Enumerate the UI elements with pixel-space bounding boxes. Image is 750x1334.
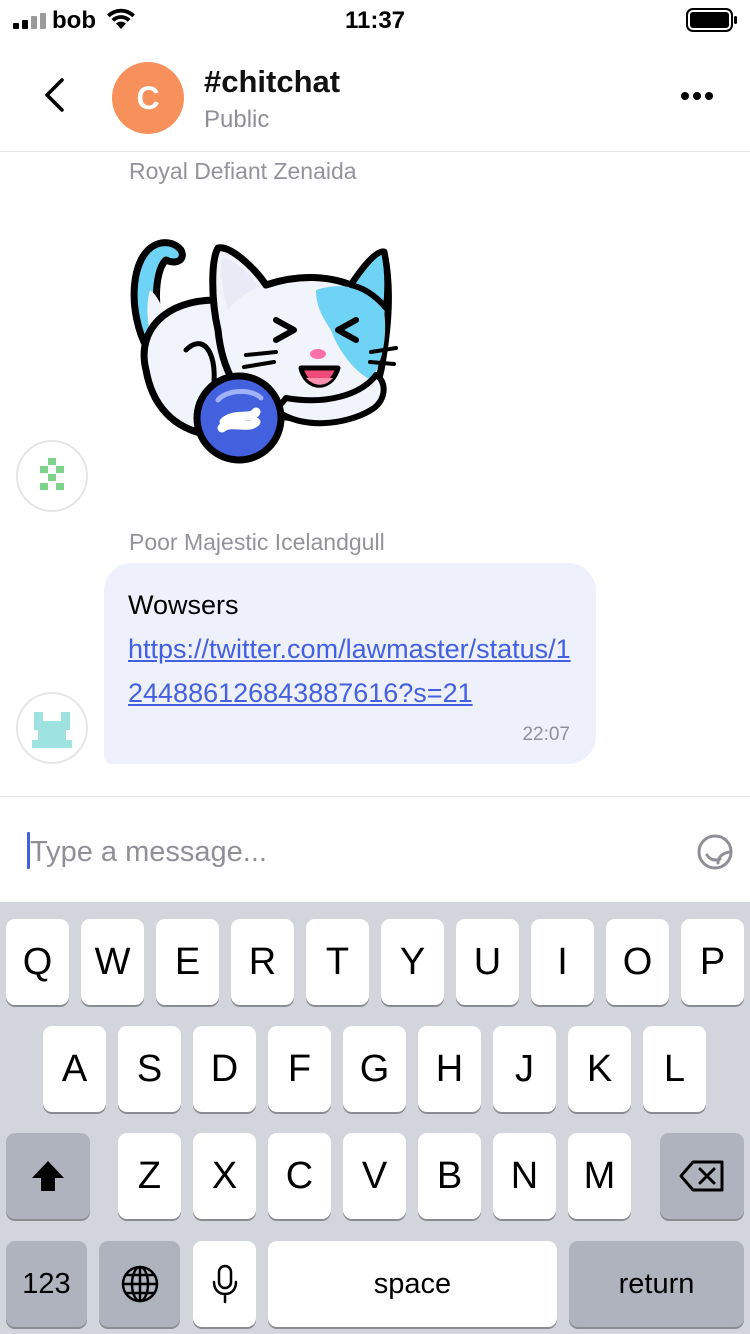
key-m[interactable]: M <box>568 1133 631 1219</box>
key-g[interactable]: G <box>343 1026 406 1112</box>
key-r[interactable]: R <box>231 919 294 1005</box>
identicon-icon <box>32 712 72 748</box>
sticker-icon[interactable] <box>696 833 734 871</box>
space-key[interactable]: space <box>268 1241 557 1327</box>
user-avatar[interactable] <box>16 692 88 764</box>
channel-title[interactable]: #chitchat <box>204 64 340 100</box>
more-dot-icon <box>693 92 701 100</box>
key-y[interactable]: Y <box>381 919 444 1005</box>
key-p[interactable]: P <box>681 919 744 1005</box>
key-t[interactable]: T <box>306 919 369 1005</box>
key-h[interactable]: H <box>418 1026 481 1112</box>
globe-key[interactable] <box>99 1241 180 1327</box>
key-o[interactable]: O <box>606 919 669 1005</box>
on-screen-keyboard: Q W E R T Y U I O P A S D F G H J K L Z … <box>0 902 750 1334</box>
message-link[interactable]: https://twitter.com/lawmaster/status/124… <box>128 627 578 715</box>
message-bubble[interactable]: Wowsers https://twitter.com/lawmaster/st… <box>104 563 596 764</box>
channel-subtitle: Public <box>204 106 270 133</box>
message-sender-name: Poor Majestic Icelandgull <box>129 529 385 555</box>
key-e[interactable]: E <box>156 919 219 1005</box>
key-q[interactable]: Q <box>6 919 69 1005</box>
microphone-icon <box>212 1264 237 1304</box>
message-timestamp: 22:07 <box>522 724 570 745</box>
key-v[interactable]: V <box>343 1133 406 1219</box>
more-dot-icon <box>681 92 689 100</box>
key-z[interactable]: Z <box>118 1133 181 1219</box>
numbers-key[interactable]: 123 <box>6 1241 87 1327</box>
message-input[interactable] <box>27 827 627 877</box>
message-text: Wowsers <box>128 590 239 620</box>
key-d[interactable]: D <box>193 1026 256 1112</box>
key-i[interactable]: I <box>531 919 594 1005</box>
key-l[interactable]: L <box>643 1026 706 1112</box>
key-k[interactable]: K <box>568 1026 631 1112</box>
message-composer <box>0 796 750 902</box>
back-button[interactable] <box>30 70 78 120</box>
chevron-left-icon <box>45 78 64 112</box>
cat-sticker[interactable] <box>126 230 400 468</box>
key-u[interactable]: U <box>456 919 519 1005</box>
shift-arrow-icon <box>32 1161 64 1191</box>
key-c[interactable]: C <box>268 1133 331 1219</box>
message-sender-name: Royal Defiant Zenaida <box>129 158 357 184</box>
chat-header: C #chitchat Public <box>0 40 750 152</box>
battery-icon <box>686 8 737 32</box>
key-f[interactable]: F <box>268 1026 331 1112</box>
return-key[interactable]: return <box>569 1241 744 1327</box>
status-bar: bob 11:37 <box>0 0 750 40</box>
identicon-icon <box>40 458 64 490</box>
key-j[interactable]: J <box>493 1026 556 1112</box>
key-a[interactable]: A <box>43 1026 106 1112</box>
user-avatar[interactable] <box>16 440 88 512</box>
channel-avatar[interactable]: C <box>112 62 184 134</box>
shift-key[interactable] <box>6 1133 90 1219</box>
key-n[interactable]: N <box>493 1133 556 1219</box>
key-s[interactable]: S <box>118 1026 181 1112</box>
more-options-button[interactable] <box>674 74 720 118</box>
backspace-icon <box>679 1160 724 1192</box>
globe-icon <box>121 1265 158 1303</box>
backspace-key[interactable] <box>660 1133 744 1219</box>
key-b[interactable]: B <box>418 1133 481 1219</box>
dictation-key[interactable] <box>193 1241 256 1327</box>
status-time: 11:37 <box>344 7 406 34</box>
key-x[interactable]: X <box>193 1133 256 1219</box>
more-dot-icon <box>705 92 713 100</box>
key-w[interactable]: W <box>81 919 144 1005</box>
